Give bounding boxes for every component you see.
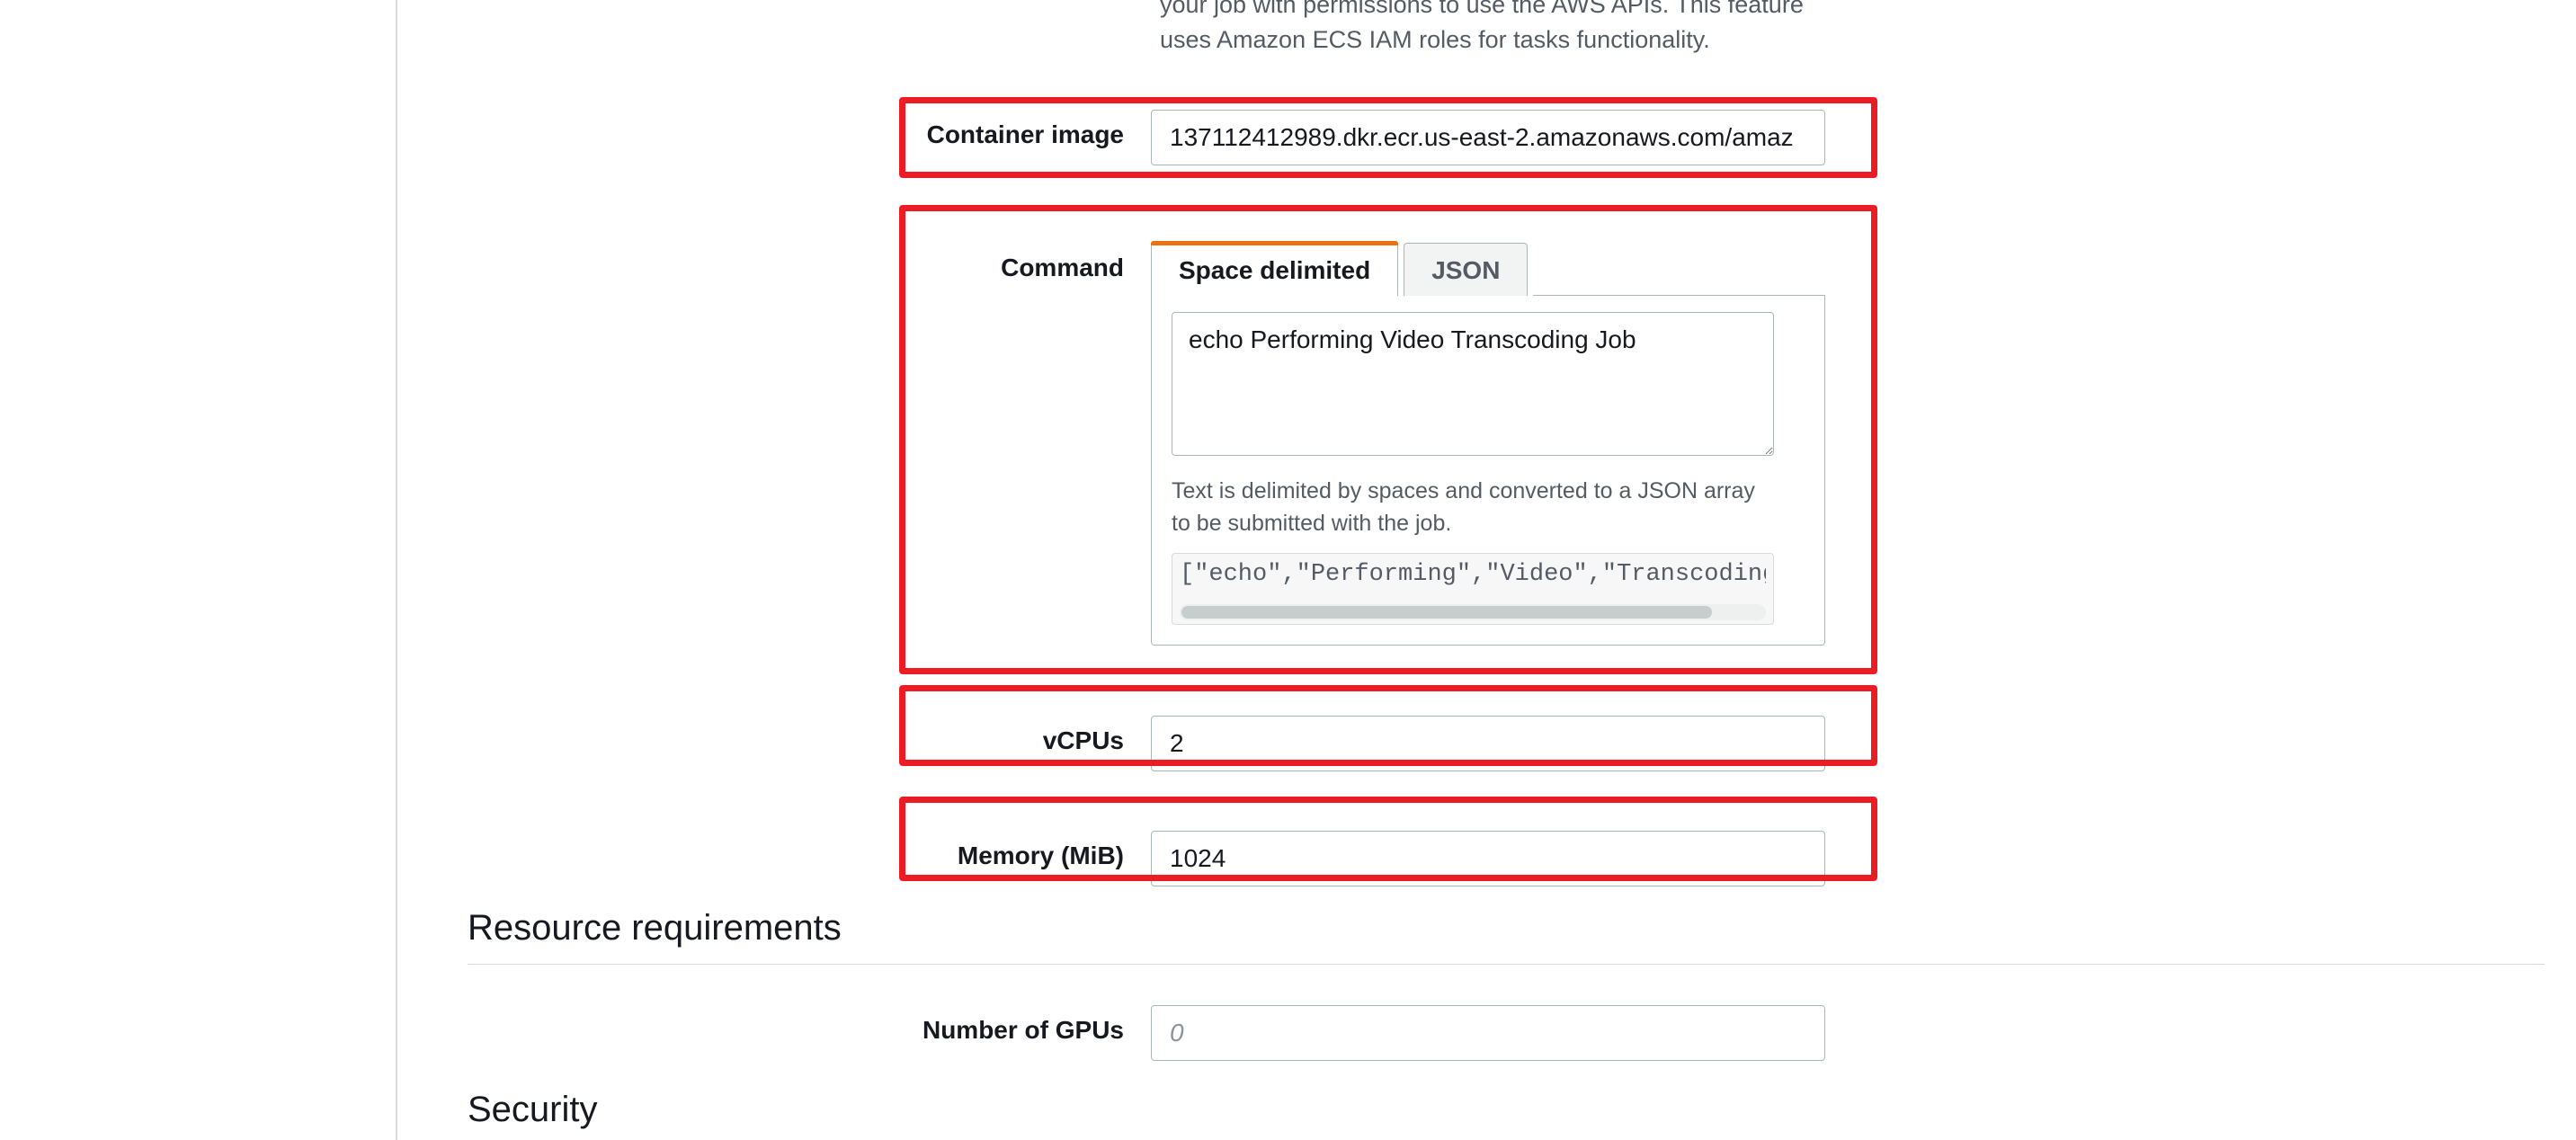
input-gpus[interactable] xyxy=(1151,1005,1825,1061)
label-vcpus: vCPUs xyxy=(913,716,1151,755)
input-container-image[interactable] xyxy=(1151,110,1825,165)
row-container-image: Container image xyxy=(913,110,1825,165)
command-json-preview-text: ["echo","Performing","Video","Transcodin… xyxy=(1180,561,1766,588)
panel-divider xyxy=(396,0,397,1140)
row-command: Command Space delimited JSON Text is del… xyxy=(913,243,1825,646)
textarea-command[interactable] xyxy=(1172,312,1774,456)
label-command: Command xyxy=(913,243,1151,282)
input-memory[interactable] xyxy=(1151,831,1825,886)
tab-space-delimited[interactable]: Space delimited xyxy=(1151,243,1398,296)
section-security: Security xyxy=(468,1090,598,1130)
command-tabs: Space delimited JSON xyxy=(1151,243,1825,296)
input-vcpus[interactable] xyxy=(1151,716,1825,771)
label-memory: Memory (MiB) xyxy=(913,831,1151,870)
row-gpus: Number of GPUs xyxy=(913,1005,1825,1061)
label-gpus: Number of GPUs xyxy=(913,1005,1151,1045)
json-preview-scrollbar[interactable] xyxy=(1180,604,1766,620)
command-panel: Text is delimited by spaces and converte… xyxy=(1151,296,1825,646)
command-json-preview: ["echo","Performing","Video","Transcodin… xyxy=(1172,553,1774,625)
command-help-text: Text is delimited by spaces and converte… xyxy=(1172,475,1774,540)
section-resource-requirements: Resource requirements xyxy=(468,908,842,949)
scrollbar-thumb[interactable] xyxy=(1181,606,1712,619)
tab-json[interactable]: JSON xyxy=(1404,243,1528,296)
row-memory: Memory (MiB) xyxy=(913,831,1825,886)
label-container-image: Container image xyxy=(913,110,1151,149)
job-role-help-text: your job with permissions to use the AWS… xyxy=(1160,0,1807,58)
rule-resource-requirements xyxy=(468,964,2545,965)
tab-spacer xyxy=(1533,243,1825,296)
row-vcpus: vCPUs xyxy=(913,716,1825,771)
